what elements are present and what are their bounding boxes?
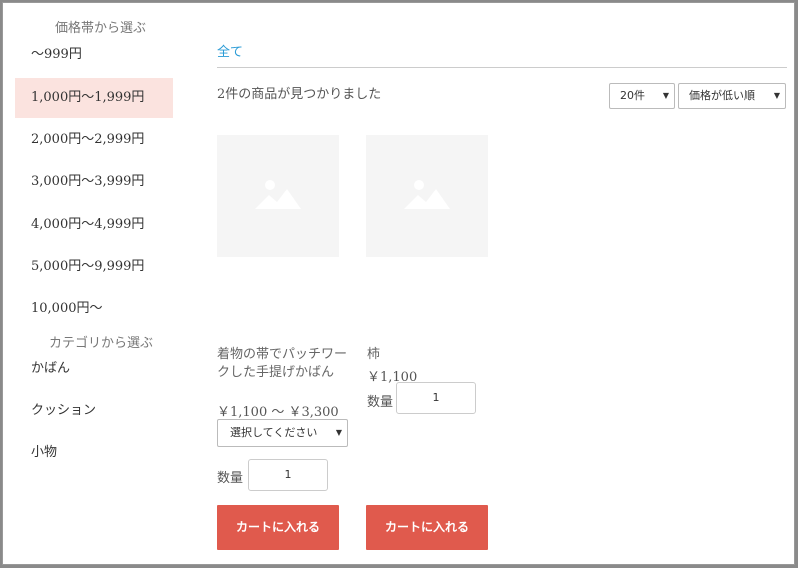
divider (217, 67, 787, 68)
main-content: 全て 2件の商品が見つかりました 20件 ▼ 価格が低い順 ▼ 着物の帯でパッチ… (217, 3, 787, 564)
breadcrumb-all[interactable]: 全て (217, 41, 243, 60)
quantity-label: 数量 (367, 395, 394, 410)
per-page-value: 20件 (620, 89, 645, 102)
price-heading: 価格帯から選ぶ (55, 21, 147, 36)
chevron-down-icon: ▼ (662, 91, 669, 100)
price-filter-3000-3999[interactable]: 3,000円～3,999円 (15, 162, 173, 202)
product-name[interactable]: 着物の帯でパッチワークした手提げかばん (217, 346, 347, 382)
category-cushions[interactable]: クッション (15, 391, 173, 431)
variant-select[interactable]: 選択してください ▼ (217, 419, 348, 447)
quantity-field[interactable]: 1 (248, 459, 328, 491)
per-page-select[interactable]: 20件 ▼ (609, 83, 675, 109)
add-to-cart-button[interactable]: カートに入れる (217, 505, 339, 550)
product-image[interactable] (217, 135, 339, 257)
chevron-down-icon: ▼ (773, 91, 780, 100)
chevron-down-icon: ▼ (335, 428, 342, 437)
product-name[interactable]: 柿 (367, 346, 497, 364)
price-filter-10000-plus[interactable]: 10,000円～ (15, 289, 173, 329)
image-placeholder-icon (404, 180, 450, 209)
add-to-cart-button[interactable]: カートに入れる (366, 505, 488, 550)
variant-placeholder: 選択してください (230, 426, 318, 439)
category-bags[interactable]: かばん (15, 349, 173, 389)
sort-value: 価格が低い順 (689, 89, 755, 102)
price-filter-5000-9999[interactable]: 5,000円～9,999円 (15, 247, 173, 287)
category-accessories[interactable]: 小物 (15, 433, 173, 473)
sidebar: 価格帯から選ぶ ～999円 1,000円～1,999円 2,000円～2,999… (3, 3, 183, 564)
page-frame: 価格帯から選ぶ ～999円 1,000円～1,999円 2,000円～2,999… (2, 2, 795, 565)
product-card (217, 135, 339, 257)
price-filter-2000-2999[interactable]: 2,000円～2,999円 (15, 120, 173, 160)
price-filter-1000-1999[interactable]: 1,000円～1,999円 (15, 78, 173, 118)
quantity-label: 数量 (217, 471, 244, 486)
price-filter-4000-4999[interactable]: 4,000円～4,999円 (15, 205, 173, 245)
image-placeholder-icon (255, 180, 301, 209)
product-card (366, 135, 488, 257)
sort-select[interactable]: 価格が低い順 ▼ (678, 83, 786, 109)
quantity-field[interactable]: 1 (396, 382, 476, 414)
product-image[interactable] (366, 135, 488, 257)
price-filter-0-999[interactable]: ～999円 (15, 35, 173, 75)
result-count: 2件の商品が見つかりました (217, 87, 382, 102)
product-price: ￥1,100 ～ ￥3,300 (217, 405, 339, 420)
